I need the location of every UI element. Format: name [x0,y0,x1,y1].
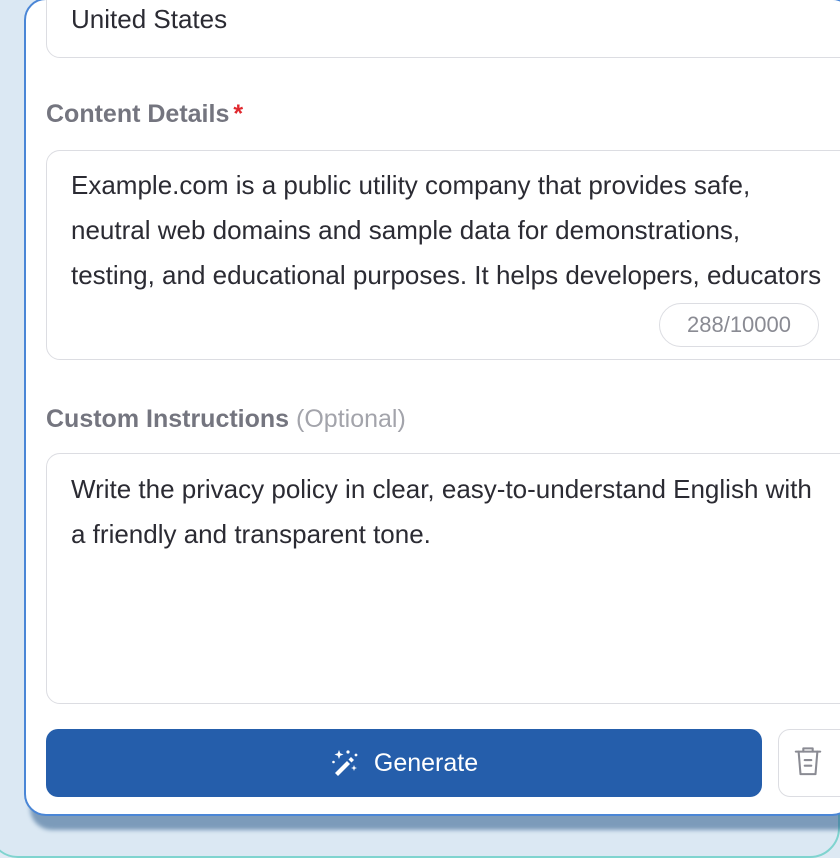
custom-instructions-value: Write the privacy policy in clear, easy-… [71,474,812,549]
country-field[interactable]: United States [46,0,840,58]
generate-button[interactable]: Generate [46,729,762,797]
custom-instructions-label-text: Custom Instructions [46,405,290,433]
optional-note: (Optional) [296,405,406,433]
generate-label: Generate [373,748,479,777]
character-counter: 288/10000 [659,303,819,347]
content-details-label: Content Details * [46,100,243,129]
content-details-value: Example.com is a public utility company … [71,170,822,290]
required-mark: * [233,100,244,128]
magic-wand-icon [330,748,360,778]
custom-instructions-label: Custom Instructions (Optional) [46,405,406,434]
form-card: United States Content Details * Example.c… [24,0,840,816]
custom-instructions-textarea[interactable]: Write the privacy policy in clear, easy-… [46,453,840,704]
content-details-textarea[interactable]: Example.com is a public utility company … [46,150,840,360]
country-value: United States [71,4,228,34]
content-details-label-text: Content Details [46,100,230,128]
trash-icon [793,744,823,783]
clear-button[interactable] [778,729,840,797]
